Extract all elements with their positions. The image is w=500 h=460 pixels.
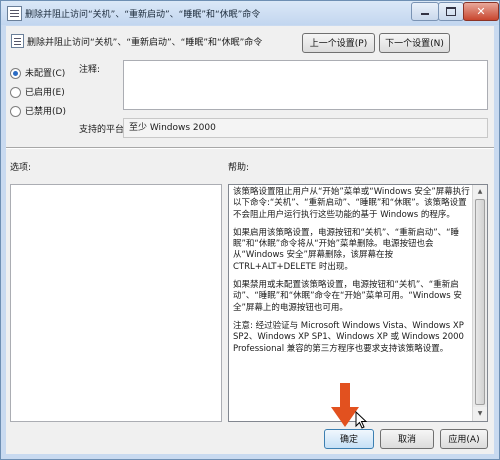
policy-name: 删除并阻止访问“关机”、“重新启动”、“睡眠”和“休眠”命令 [27,38,263,48]
next-setting-button[interactable]: 下一个设置(N) [379,33,450,53]
policy-window: 删除并阻止访问“关机”、“重新启动”、“睡眠”和“休眠”命令 ✕ 删除并阻止访问… [0,0,500,460]
radio-not-configured[interactable]: 未配置(C) [10,66,65,79]
help-scrollbar[interactable]: ▲ ▼ [472,185,487,421]
radio-button[interactable] [10,68,21,79]
platform-label: 支持的平台: [79,125,128,135]
help-label: 帮助: [228,163,250,173]
options-panel[interactable] [10,184,222,422]
close-icon: ✕ [476,5,486,18]
window-title: 删除并阻止访问“关机”、“重新启动”、“睡眠”和“休眠”命令 [25,10,261,20]
title-bar[interactable]: 删除并阻止访问“关机”、“重新启动”、“睡眠”和“休眠”命令 ✕ [1,1,499,25]
cancel-button[interactable]: 取消 [380,429,434,449]
previous-setting-button[interactable]: 上一个设置(P) [302,33,375,53]
close-button[interactable]: ✕ [463,2,499,21]
minimize-button[interactable] [411,2,439,21]
policy-icon [7,6,22,21]
help-paragraph: 如果启用该策略设置，电源按钮和“关机”、“重新启动”、“睡眠”和“休眠”命令将从… [233,227,460,272]
maximize-icon [446,7,456,16]
divider [6,147,494,149]
radio-label: 已禁用(D) [25,107,66,117]
dialog-body: 删除并阻止访问“关机”、“重新启动”、“睡眠”和“休眠”命令 上一个设置(P) … [6,26,494,454]
comment-field[interactable] [123,60,488,110]
minimize-icon [421,13,429,15]
maximize-button[interactable] [438,2,464,21]
ok-button[interactable]: 确定 [324,429,374,449]
help-paragraph: 如果禁用或未配置该策略设置，电源按钮和“关机”、“重新启动”、“睡眠”和“休眠”… [233,280,462,313]
apply-button[interactable]: 应用(A) [440,429,488,449]
radio-disabled[interactable]: 已禁用(D) [10,104,66,117]
help-paragraph: 该策略设置阻止用户从“开始”菜单或“Windows 安全”屏幕执行以下命令:“关… [233,187,470,220]
options-label: 选项: [10,163,32,173]
radio-button[interactable] [10,87,21,98]
radio-enabled[interactable]: 已启用(E) [10,85,65,98]
radio-label: 未配置(C) [25,69,66,79]
help-text: 该策略设置阻止用户从“开始”菜单或“Windows 安全”屏幕执行以下命令:“关… [233,187,470,362]
help-paragraph: 注意: 经过验证与 Microsoft Windows Vista、Window… [233,320,464,354]
setting-icon [11,34,24,48]
radio-label: 已启用(E) [25,88,65,98]
platform-value: 至少 Windows 2000 [123,118,488,138]
scrollbar-thumb[interactable] [475,199,485,405]
radio-button[interactable] [10,106,21,117]
comment-label: 注释: [79,65,101,75]
mouse-cursor-icon [355,411,367,429]
scroll-up-icon[interactable]: ▲ [473,185,487,199]
scroll-down-icon[interactable]: ▼ [473,407,487,421]
